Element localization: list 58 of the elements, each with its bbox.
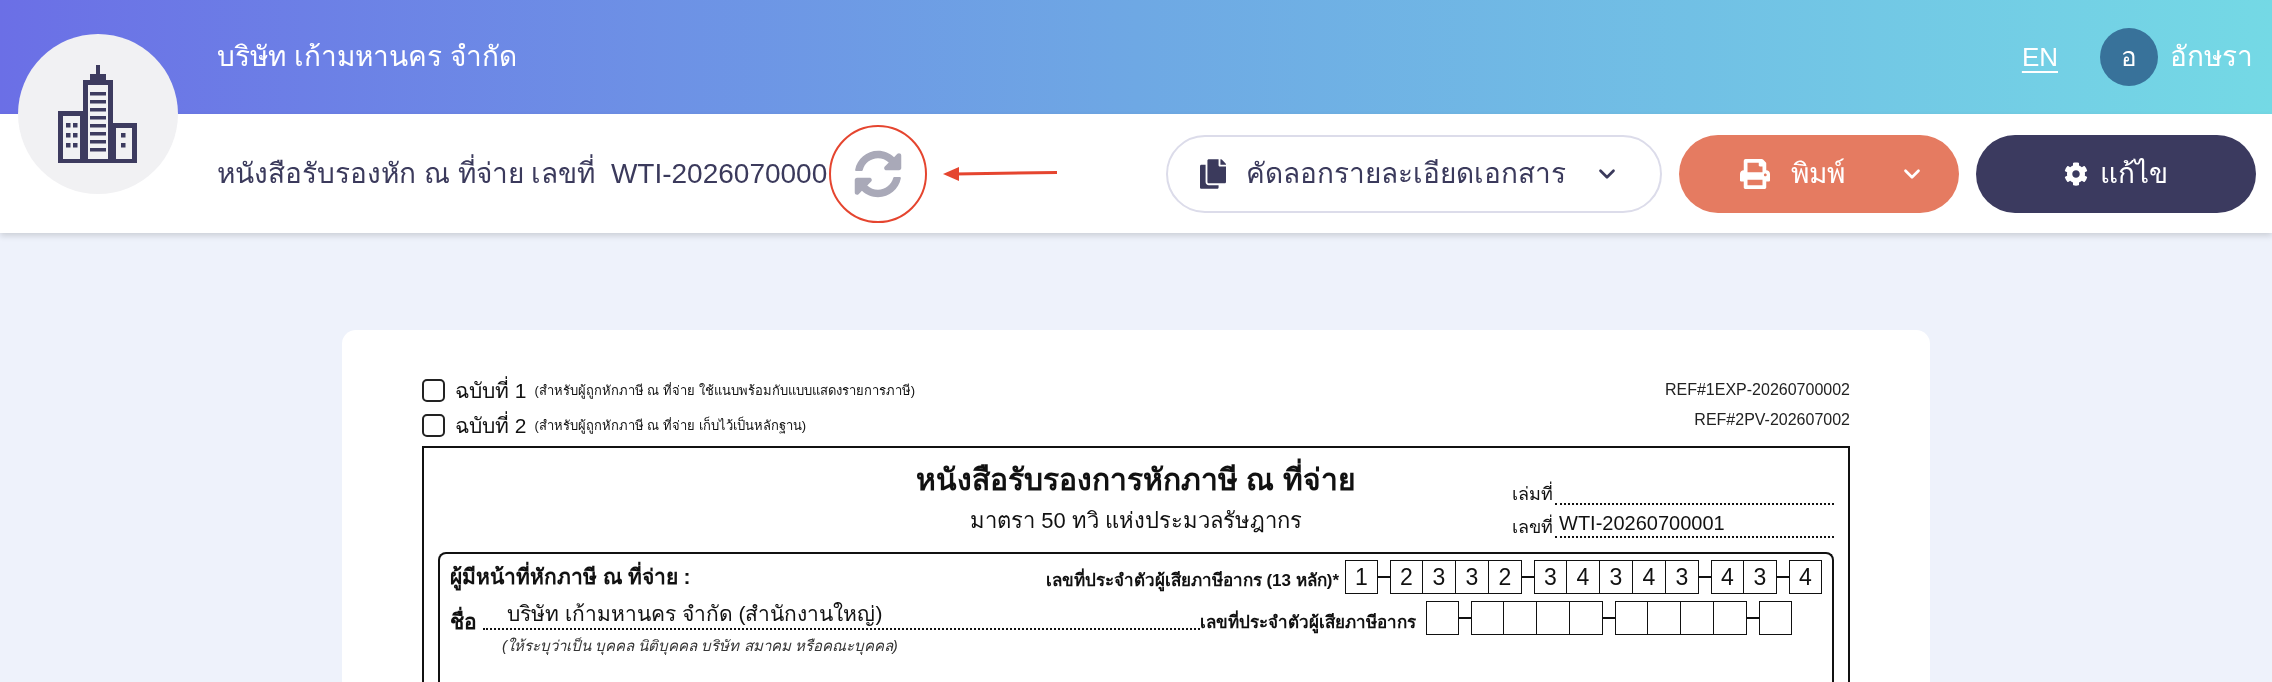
digit-box: 4	[1789, 560, 1822, 594]
digit-box	[1471, 601, 1504, 635]
dash-line	[1747, 617, 1759, 619]
digit-box: 4	[1711, 560, 1744, 594]
checkbox[interactable]	[422, 414, 445, 437]
tax-number-label: เลขที่ประจำตัวผู้เสียภาษีอากร	[1200, 611, 1416, 635]
digit-box	[1537, 601, 1570, 635]
dash-line	[1378, 576, 1390, 578]
section-heading: ผู้มีหน้าที่หักภาษี ณ ที่จ่าย :	[450, 561, 691, 593]
digit-box: 3	[1744, 560, 1777, 594]
print-button[interactable]: พิมพ์	[1679, 134, 1959, 213]
user-name: อักษรา	[2170, 40, 2253, 74]
digit-box: 4	[1633, 560, 1666, 594]
copy-note: (สำหรับผู้ถูกหักภาษี ณ ที่จ่าย ใช้แนบพร้อมกับแบบแสดงรายการภาษี)	[534, 381, 915, 401]
digit-box: 3	[1534, 560, 1567, 594]
reference-number: REF#1EXP-20260700002	[1664, 380, 1850, 400]
settings-icon	[2064, 161, 2088, 186]
digit-box: 2	[1390, 560, 1423, 594]
name-field: บริษัท เก้ามหานคร จำกัด (สำนักงานใหญ่)	[483, 601, 1200, 630]
copy-details-button[interactable]: คัดลอกรายละเอียดเอกสาร	[1166, 134, 1662, 213]
dash-line	[1459, 617, 1471, 619]
digit-box: 3	[1666, 560, 1699, 594]
number-label: เล่มที่	[1512, 483, 1555, 505]
dash-line	[1777, 576, 1789, 578]
digit-box	[1714, 601, 1747, 635]
checkbox[interactable]	[422, 379, 445, 402]
form-title: หนังสือรับรองการหักภาษี ณ ที่จ่าย	[916, 460, 1356, 500]
tax-id-label: เลขที่ประจำตัวผู้เสียภาษีอากร (13 หลัก)*	[1045, 568, 1339, 594]
dash-line	[1603, 617, 1615, 619]
digit-box: 3	[1456, 560, 1489, 594]
copy-note: (สำหรับผู้ถูกหักภาษี ณ ที่จ่าย เก็บไว้เป็นหลักฐาน)	[534, 415, 806, 436]
digit-box	[1504, 601, 1537, 635]
form-subtitle: มาตรา 50 ทวิ แห่งประมวลรัษฎากร	[970, 507, 1302, 535]
company-name: บริษัท เก้ามหานคร จำกัด	[217, 40, 517, 74]
edit-button[interactable]: แก้ไข	[1976, 134, 2256, 213]
digit-box	[1648, 601, 1681, 635]
copy-label: ฉบับที่ 2	[455, 410, 527, 439]
number-label: เลขที่	[1512, 516, 1555, 538]
dash-line	[1522, 576, 1534, 578]
copy-label: ฉบับที่ 1	[455, 375, 527, 404]
document-title: หนังสือรับรองหัก ณ ที่จ่าย เลขที่ WTI-2026070000	[217, 152, 828, 195]
digit-box	[1681, 601, 1714, 635]
digit-box: 3	[1423, 560, 1456, 594]
document-number-field: WTI-20260700001	[1555, 505, 1834, 538]
name-hint: (ให้ระบุว่าเป็น บุคคล นิติบุคคล บริษัท สมาคม หรือคณะบุคคล)	[501, 636, 898, 657]
digit-box	[1570, 601, 1603, 635]
printer-icon	[1739, 158, 1771, 189]
copy-icon	[1200, 158, 1226, 189]
digit-box: 3	[1600, 560, 1633, 594]
dash-line	[1699, 576, 1711, 578]
digit-box	[1615, 601, 1648, 635]
digit-box: 1	[1345, 560, 1378, 594]
digit-box	[1759, 601, 1792, 635]
user-avatar[interactable]: อ	[2100, 28, 2158, 86]
digit-box	[1426, 601, 1459, 635]
reference-number: REF#2PV-202607002	[1694, 410, 1850, 430]
digit-box: 2	[1489, 560, 1522, 594]
digit-box: 4	[1567, 560, 1600, 594]
